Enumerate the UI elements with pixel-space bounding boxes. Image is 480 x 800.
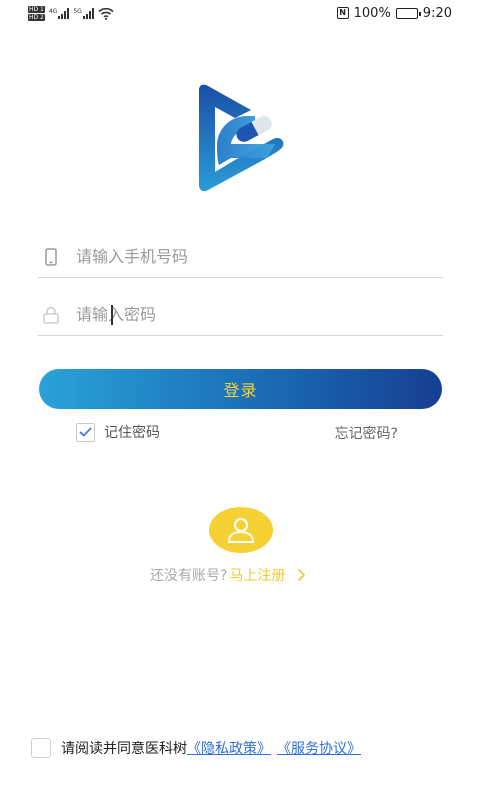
user-icon xyxy=(227,518,255,543)
status-bar: HD 1 HD 2 4G 5G N 100% 9:20 xyxy=(0,0,480,26)
signal-icon: 4G xyxy=(48,7,70,19)
hd-badge-1: HD 1 xyxy=(28,5,45,13)
agreement-text: 请阅读并同意医科树 xyxy=(61,741,187,757)
status-right: N 100% 9:20 xyxy=(336,4,452,22)
text-caret xyxy=(111,305,113,325)
battery-icon xyxy=(395,7,421,19)
phone-icon xyxy=(40,247,62,266)
lock-icon xyxy=(40,306,62,324)
remember-password[interactable]: 记住密码 xyxy=(76,422,160,442)
hd-icon: HD 1 HD 2 xyxy=(28,5,45,21)
signal-bars-2 xyxy=(82,7,94,19)
chevron-right-icon[interactable] xyxy=(297,568,306,582)
remember-checkbox[interactable] xyxy=(76,422,95,442)
login-button[interactable]: 登录 xyxy=(39,369,442,409)
clock: 9:20 xyxy=(422,5,452,21)
register-link[interactable]: 马上注册 xyxy=(229,565,285,585)
service-agreement-link[interactable]: 《服务协议》 xyxy=(277,738,361,758)
phone-input[interactable] xyxy=(76,247,416,266)
password-field xyxy=(38,294,443,336)
signal-bars-1 xyxy=(58,7,70,19)
app-logo xyxy=(199,84,284,192)
signal-icon: 5G xyxy=(73,7,94,19)
status-left: HD 1 HD 2 4G 5G xyxy=(28,4,114,22)
agreement-checkbox[interactable] xyxy=(31,738,51,758)
network-label-2: 5G xyxy=(73,7,82,15)
hd-badge-2: HD 2 xyxy=(28,13,45,21)
agreement-row: 请阅读并同意医科树 《隐私政策》 《服务协议》 xyxy=(31,738,361,758)
remember-label: 记住密码 xyxy=(104,425,160,441)
privacy-policy-link[interactable]: 《隐私政策》 xyxy=(187,738,271,758)
forgot-password-link[interactable]: 忘记密码? xyxy=(335,423,398,443)
register-row: 还没有账号? 马上注册 xyxy=(150,565,306,585)
phone-field xyxy=(38,236,443,278)
no-account-text: 还没有账号? xyxy=(150,568,228,584)
nfc-icon: N xyxy=(336,7,349,19)
battery-percent: 100% xyxy=(353,5,391,21)
avatar[interactable] xyxy=(209,507,273,553)
password-input[interactable] xyxy=(76,305,416,324)
wifi-icon xyxy=(98,7,114,20)
network-label-1: 4G xyxy=(48,7,58,15)
check-icon xyxy=(79,427,92,437)
